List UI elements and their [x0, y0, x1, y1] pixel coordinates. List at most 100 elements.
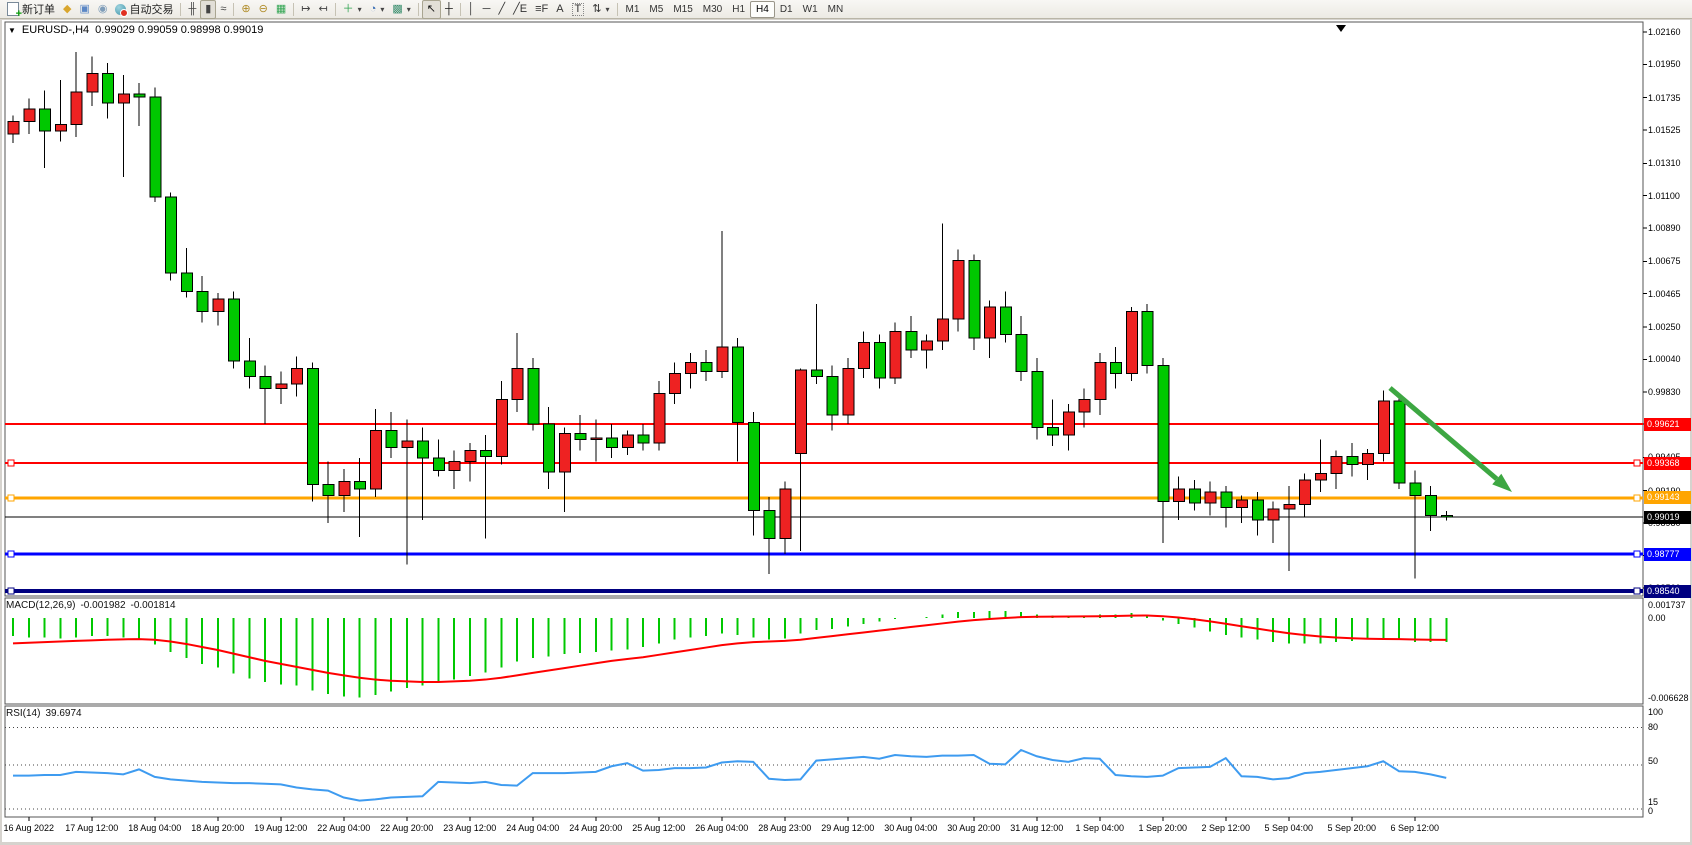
periods-button[interactable]: ◔▾ — [366, 1, 389, 18]
candle-body — [1331, 457, 1342, 474]
candle-body — [1095, 362, 1106, 399]
trendline-button[interactable]: ╱ — [494, 1, 509, 18]
candle-body — [670, 373, 681, 393]
templates-button[interactable]: ▩▾ — [388, 1, 414, 18]
time-axis-label: 5 Sep 04:00 — [1264, 823, 1313, 833]
new-order-icon — [7, 2, 19, 16]
autotrading-label: 自动交易 — [129, 1, 173, 17]
zoom-in-icon: ⊕ — [241, 1, 250, 18]
timeframe-m15-button[interactable]: M15 — [668, 2, 697, 17]
timeframe-h4-button[interactable]: H4 — [750, 1, 775, 18]
time-axis-label: 22 Aug 04:00 — [317, 823, 370, 833]
candle-body — [1347, 457, 1358, 465]
fibonacci-button[interactable]: ≡F — [531, 1, 552, 18]
timeframe-h1-button[interactable]: H1 — [727, 2, 750, 17]
candle-body — [24, 109, 35, 121]
bar-chart-button[interactable]: ╫ — [184, 1, 200, 18]
price-level-badge: 0.99368 — [1644, 457, 1691, 470]
tile-windows-button[interactable]: ▦ — [272, 1, 290, 18]
timeframe-mn-button[interactable]: MN — [823, 2, 849, 17]
price-axis-label: 0.99830 — [1648, 386, 1681, 399]
candle-body — [1111, 362, 1122, 373]
horizontal-line-button[interactable]: ─ — [479, 1, 495, 18]
rsi-axis-label: 0 — [1648, 805, 1653, 818]
auto-scroll-button[interactable]: ↦ — [297, 1, 314, 18]
macd-signal-value: -0.001814 — [131, 600, 176, 611]
candle-body — [733, 347, 744, 423]
candle-body — [922, 341, 933, 350]
candle-body — [1252, 500, 1263, 520]
toolbar-separator — [233, 3, 234, 16]
timeframe-m1-button[interactable]: M1 — [621, 2, 645, 17]
line-handle-left[interactable] — [8, 551, 14, 557]
candle-body — [1268, 509, 1279, 520]
candle-body — [717, 347, 728, 372]
timeframe-d1-button[interactable]: D1 — [775, 2, 798, 17]
community-button[interactable]: ▣ — [75, 1, 93, 18]
trendline-icon: ╱ — [498, 1, 505, 18]
chevron-down-icon: ▾ — [380, 5, 384, 14]
timeframe-m5-button[interactable]: M5 — [644, 2, 668, 17]
vertical-line-icon: │ — [468, 1, 475, 18]
candle-body — [575, 433, 586, 439]
channel-icon: ╱E — [513, 1, 527, 18]
ohlc-values: 0.99029 0.99059 0.98998 0.99019 — [95, 24, 263, 36]
text-label-button[interactable]: T — [568, 1, 589, 18]
time-axis-label: 31 Aug 12:00 — [1010, 823, 1063, 833]
price-axis-label: 1.01735 — [1648, 92, 1681, 105]
line-handle-left[interactable] — [8, 588, 14, 594]
chart-shift-button[interactable]: ↤ — [314, 1, 331, 18]
timeframe-m30-button[interactable]: M30 — [698, 2, 727, 17]
candle-body — [307, 369, 318, 485]
chart-shift-icon: ↤ — [318, 1, 327, 18]
rsi-pane[interactable] — [5, 706, 1643, 817]
toolbar: 新订单◆▣◉自动交易╫▮≈⊕⊖▦↦↤＋▾◔▾▩▾↖┼│─╱╱E≡FAT⇅▾M1M… — [0, 0, 1692, 19]
fibonacci-icon: ≡F — [535, 1, 548, 18]
timeframe-w1-button[interactable]: W1 — [798, 2, 823, 17]
candle-body — [229, 299, 240, 361]
candle-body — [87, 74, 98, 93]
line-handle-right[interactable] — [1634, 588, 1640, 594]
toolbar-separator — [460, 3, 461, 16]
candle-body — [1221, 492, 1232, 507]
zoom-out-button[interactable]: ⊖ — [255, 1, 272, 18]
signals-button[interactable]: ◉ — [94, 1, 112, 18]
candle-body — [1000, 307, 1011, 335]
candle-body — [1158, 366, 1169, 502]
chart-window[interactable]: ▼ EURUSD-,H4 0.99029 0.99059 0.98998 0.9… — [2, 20, 1690, 842]
line-chart-button[interactable]: ≈ — [216, 1, 230, 18]
text-button[interactable]: A — [552, 1, 567, 18]
macd-pane[interactable] — [5, 598, 1643, 704]
main-pane[interactable] — [5, 22, 1643, 596]
candle-body — [1410, 483, 1421, 495]
line-handle-right[interactable] — [1634, 460, 1640, 466]
vertical-line-button[interactable]: │ — [464, 1, 479, 18]
price-axis-label: 1.00465 — [1648, 288, 1681, 301]
cursor-button[interactable]: ↖ — [422, 0, 441, 19]
candle-body — [780, 489, 791, 538]
crosshair-button[interactable]: ┼ — [441, 1, 457, 18]
symbol-dropdown-icon[interactable]: ▼ — [8, 26, 16, 35]
cursor-icon: ↖ — [427, 1, 436, 18]
time-axis-label: 30 Aug 04:00 — [884, 823, 937, 833]
price-axis-label: 1.00890 — [1648, 222, 1681, 235]
candlestick-chart-button[interactable]: ▮ — [200, 0, 216, 19]
line-handle-right[interactable] — [1634, 551, 1640, 557]
rsi-label: RSI(14) 39.6974 — [6, 708, 82, 719]
candle-body — [1284, 505, 1295, 510]
new-order-button[interactable]: 新订单 — [3, 1, 59, 18]
zoom-in-button[interactable]: ⊕ — [237, 1, 254, 18]
candle-body — [638, 435, 649, 443]
indicators-button[interactable]: ＋▾ — [339, 1, 366, 18]
line-handle-left[interactable] — [8, 495, 14, 501]
candle-body — [1394, 401, 1405, 483]
arrows-button[interactable]: ⇅▾ — [588, 1, 613, 18]
autotrading-button[interactable]: 自动交易 — [111, 1, 177, 18]
line-handle-left[interactable] — [8, 460, 14, 466]
time-axis-label: 19 Aug 12:00 — [254, 823, 307, 833]
channel-button[interactable]: ╱E — [509, 1, 531, 18]
line-handle-right[interactable] — [1634, 495, 1640, 501]
market-button[interactable]: ◆ — [59, 1, 75, 18]
price-chart[interactable] — [2, 20, 1690, 842]
price-level-badge: 0.98777 — [1644, 548, 1691, 561]
